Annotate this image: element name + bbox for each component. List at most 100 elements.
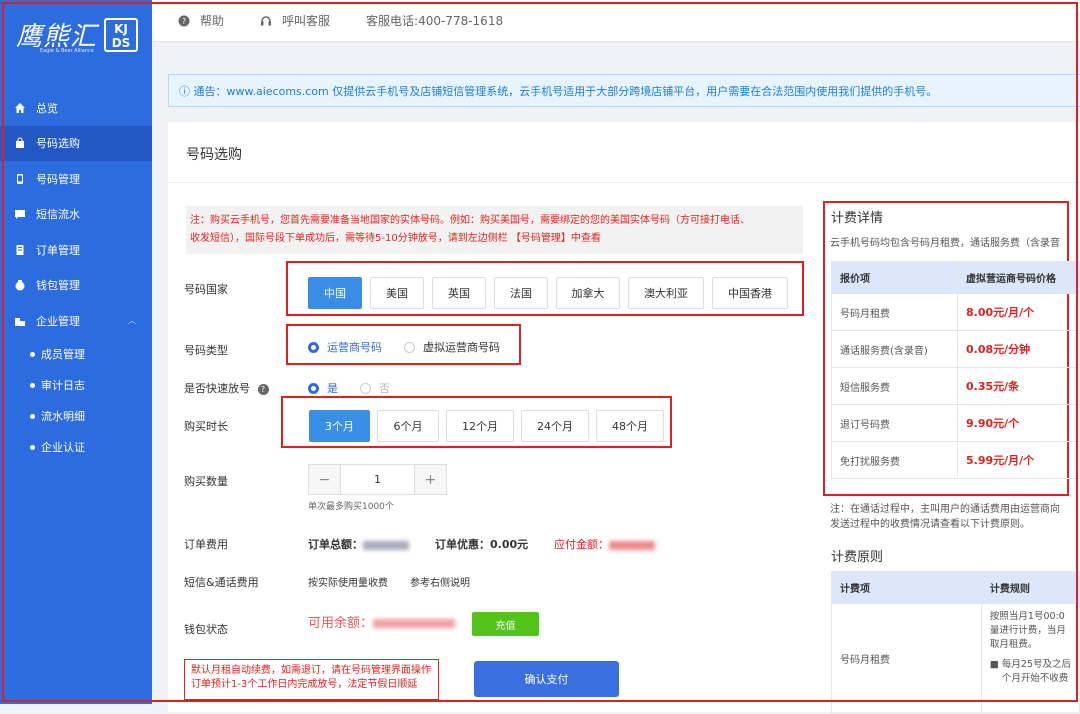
radio-unchecked-icon: [360, 382, 371, 394]
sidebar-item-label: 号码管理: [36, 172, 80, 186]
help-circle-icon[interactable]: ?: [257, 384, 269, 395]
type-option-virtual[interactable]: 虚拟运营商号码: [404, 339, 500, 355]
help-link[interactable]: ? 帮助: [178, 12, 224, 29]
duration-option-6m[interactable]: 6个月: [377, 410, 439, 442]
fee-item: 退订号码费: [831, 404, 958, 442]
country-option-usa[interactable]: 美国: [370, 277, 424, 309]
help-label: 帮助: [200, 14, 225, 28]
order-total: 订单总额：: [308, 536, 409, 552]
sidebar-subitem-label: 成员管理: [41, 348, 85, 361]
duration-option-24m[interactable]: 24个月: [521, 410, 589, 442]
country-option-france[interactable]: 法国: [494, 277, 548, 309]
country-label: 号码国家: [184, 283, 228, 296]
sms-call-fee-value: 按实际使用量收费: [308, 578, 388, 589]
country-option-australia[interactable]: 澳大利亚: [628, 277, 704, 309]
confirm-pay-button[interactable]: 确认支付: [474, 661, 619, 697]
payable-label: 应付金额：: [554, 538, 609, 551]
bullet-icon: [30, 351, 35, 357]
duration-option-3m[interactable]: 3个月: [309, 410, 370, 442]
chevron-up-icon: ︿: [128, 316, 136, 326]
help-icon: ?: [178, 15, 190, 26]
sidebar-item-enterprise-management[interactable]: 企业管理 ︿: [0, 303, 152, 339]
fee-details-desc: 云手机号码均包含号码月租费，通话服务费（含录音: [830, 238, 1060, 249]
table-row: 退订号码费 9.90元/个: [831, 404, 1080, 442]
sidebar-item-sms-records[interactable]: 短信流水: [0, 197, 152, 233]
rule-item: 号码月租费: [831, 603, 982, 714]
recharge-button[interactable]: 充值: [472, 612, 539, 636]
sidebar-item-label: 订单管理: [36, 243, 80, 257]
billing-rules-title: 计费原则: [831, 550, 884, 565]
sms-call-fee-label: 短信&通话费用: [184, 576, 259, 589]
rule-text: 按照当月1号00:0 量进行计费，当月 取月租费。 ■ 每月25号及之后 个月开…: [980, 603, 1080, 714]
sidebar-item-order-management[interactable]: 订单管理: [0, 232, 152, 268]
fee-note: 注：在通话过程中，主叫用户的通话费用由运营商向 发送过程中的收费情况请查看以下计…: [830, 502, 1080, 532]
available-balance: 可用余额：: [308, 612, 456, 631]
country-option-canada[interactable]: 加拿大: [556, 277, 620, 309]
billing-rules-table: 计费项 计费规则 号码月租费 按照当月1号00:0 量进行计费，当月 取月租费。…: [831, 571, 1080, 714]
sidebar-subitem-audit-log[interactable]: 审计日志: [0, 370, 152, 401]
rule-bullet-cont: 个月开始不收费: [1001, 673, 1069, 684]
fee-item: 号码月租费: [831, 293, 958, 331]
redacted-amount: [363, 540, 409, 550]
rule-bullet-text: 每月25号及之后: [1001, 659, 1071, 670]
sidebar-item-overview[interactable]: 总览: [0, 90, 152, 126]
svg-text:?: ?: [182, 17, 186, 26]
country-option-china[interactable]: 中国: [308, 277, 362, 309]
country-highlight-box: 中国 美国 英国 法国 加拿大 澳大利亚 中国香港: [286, 261, 804, 316]
quantity-hint: 单次最多购买1000个: [308, 502, 394, 512]
sidebar-subitem-label: 企业认证: [41, 441, 85, 454]
redacted-amount: [609, 540, 655, 550]
duration-option-12m[interactable]: 12个月: [446, 410, 514, 442]
quantity-input[interactable]: 1: [340, 465, 415, 494]
bullet-icon: [30, 382, 35, 388]
sidebar-subitem-certification[interactable]: 企业认证: [0, 432, 152, 463]
sidebar-item-number-purchase[interactable]: 号码选购: [0, 125, 152, 161]
country-option-hongkong[interactable]: 中国香港: [712, 277, 788, 309]
page-title: 号码选购: [186, 147, 242, 163]
sidebar: 鹰熊汇 Eagle & Bear Alliance KJ DS 总览 号码选购 …: [0, 0, 152, 704]
hotline-text: 客服电话:400-778-1618: [366, 14, 504, 28]
radio-checked-icon: [308, 382, 319, 394]
fee-details-title: 计费详情: [831, 211, 884, 226]
warning-line-2: 收发短信），国际号段下单成功后，需等待5-10分钟放号，请到左边侧栏 【号码管理…: [190, 233, 601, 244]
payable-amount: 应付金额：: [554, 536, 655, 552]
fee-table-header-item: 报价项: [831, 261, 958, 294]
fast-release-yes[interactable]: 是: [308, 380, 338, 396]
type-option-carrier[interactable]: 运营商号码: [308, 339, 382, 355]
sidebar-item-label: 钱包管理: [36, 279, 80, 293]
country-option-uk[interactable]: 英国: [432, 277, 486, 309]
top-bar: ? 帮助 呼叫客服 客服电话:400-778-1618: [152, 0, 1080, 42]
fee-price: 9.90元/个: [957, 404, 1080, 442]
logo-badge: KJ DS: [104, 18, 138, 52]
fast-release-no[interactable]: 否: [360, 380, 390, 396]
call-service-link[interactable]: 呼叫客服: [260, 12, 330, 29]
auto-renew-note-line2: 订单预计1-3个工作日内完成放号，法定节假日顺延: [191, 679, 418, 690]
order-discount: 订单优惠：0.00元: [435, 538, 529, 551]
sidebar-item-number-management[interactable]: 号码管理: [0, 161, 152, 197]
sidebar-subitem-label: 审计日志: [41, 379, 85, 392]
notice-banner: ⓘ 通告：www.aiecoms.com 仅提供云手机号及店铺短信管理系统，云手…: [168, 74, 1080, 107]
quantity-decrease-button[interactable]: −: [309, 465, 340, 494]
sidebar-item-wallet-management[interactable]: 钱包管理: [0, 268, 152, 304]
sidebar-subitem-members[interactable]: 成员管理: [0, 339, 152, 370]
sidebar-item-label: 企业管理: [36, 314, 80, 328]
fee-price: 8.00元/月/个: [957, 293, 1080, 331]
duration-label: 购买时长: [184, 420, 228, 433]
table-row: 号码月租费 按照当月1号00:0 量进行计费，当月 取月租费。 ■ 每月25号及…: [831, 603, 1080, 714]
rules-table-header-item: 计费项: [831, 571, 982, 604]
radio-checked-icon: [308, 341, 319, 353]
type-option-label: 运营商号码: [327, 341, 382, 354]
bullet-icon: [30, 444, 35, 450]
document-icon: [16, 244, 24, 255]
balance-label: 可用余额：: [308, 616, 374, 631]
fee-table: 报价项 虚拟营运商号码价格 号码月租费 8.00元/月/个 通话服务费(含录音)…: [831, 261, 1080, 479]
phone-icon: [17, 173, 23, 184]
sidebar-subitem-transactions[interactable]: 流水明细: [0, 401, 152, 432]
logo[interactable]: 鹰熊汇 Eagle & Bear Alliance KJ DS: [12, 10, 142, 60]
sidebar-item-label: 号码选购: [36, 137, 80, 151]
sms-call-fee-reference: 参考右侧说明: [410, 578, 470, 589]
bag-icon: [16, 137, 24, 149]
quantity-increase-button[interactable]: +: [415, 465, 446, 494]
fast-release-yes-label: 是: [327, 382, 338, 395]
duration-option-48m[interactable]: 48个月: [596, 410, 664, 442]
